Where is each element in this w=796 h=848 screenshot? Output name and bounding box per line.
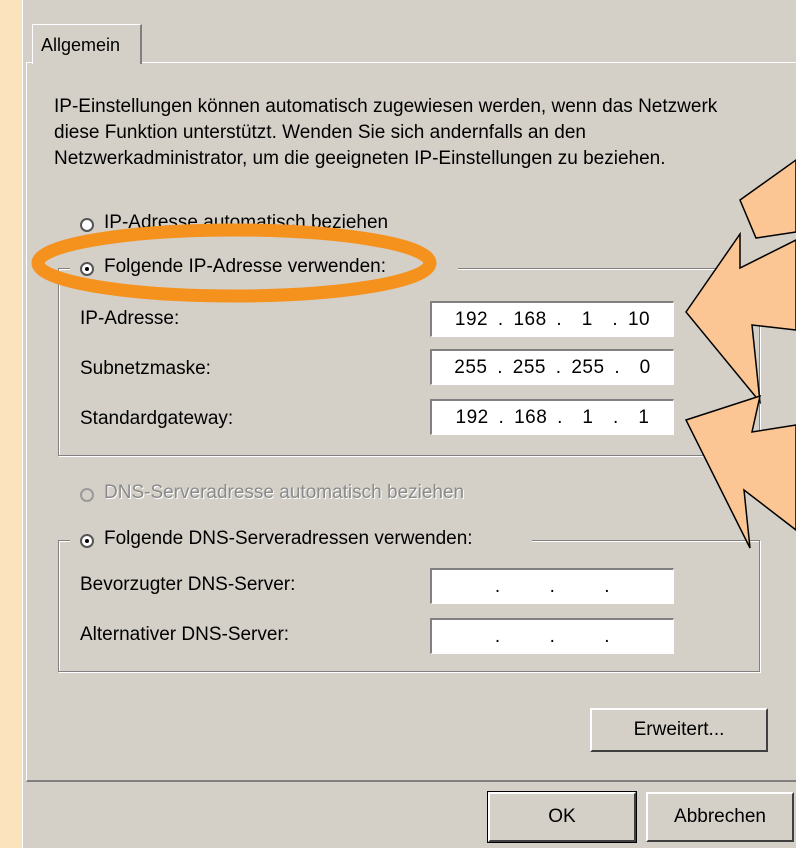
- default-gateway-field[interactable]: 192 . 168 . 1 . 1: [430, 399, 674, 435]
- dns-manual-label[interactable]: Folgende DNS-Serveradressen verwenden:: [104, 528, 473, 550]
- dns-auto-radio[interactable]: [80, 488, 94, 502]
- gateway-label: Standardgateway:: [80, 408, 234, 429]
- subnet-mask-field[interactable]: 255 . 255 . 255 . 0: [430, 349, 674, 385]
- preferred-dns-label: Bevorzugter DNS-Server:: [80, 574, 296, 595]
- ip-auto-radio[interactable]: [80, 218, 94, 232]
- ip-address-field[interactable]: 192 . 168 . 1 . 10: [430, 301, 674, 337]
- dns-auto-label[interactable]: DNS-Serveradresse automatisch beziehen: [104, 482, 464, 504]
- ip-auto-label[interactable]: IP-Adresse automatisch beziehen: [104, 212, 388, 234]
- ip-manual-label[interactable]: Folgende IP-Adresse verwenden:: [104, 256, 386, 278]
- alternate-dns-field[interactable]: . . .: [430, 618, 674, 654]
- ip-manual-radio[interactable]: [80, 262, 94, 276]
- dns-manual-radio[interactable]: [80, 534, 94, 548]
- alternate-dns-label: Alternativer DNS-Server:: [80, 624, 290, 645]
- advanced-button[interactable]: Erweitert...: [590, 708, 768, 752]
- tab-allgemein[interactable]: Allgemein: [32, 24, 142, 64]
- description-text: IP-Einstellungen können automatisch zuge…: [54, 96, 718, 169]
- preferred-dns-field[interactable]: . . .: [430, 568, 674, 604]
- subnet-label: Subnetzmaske:: [80, 358, 211, 379]
- ok-button[interactable]: OK: [487, 791, 637, 843]
- cancel-button[interactable]: Abbrechen: [646, 792, 794, 842]
- tab-label: Allgemein: [41, 35, 121, 55]
- ip-address-label: IP-Adresse:: [80, 308, 180, 329]
